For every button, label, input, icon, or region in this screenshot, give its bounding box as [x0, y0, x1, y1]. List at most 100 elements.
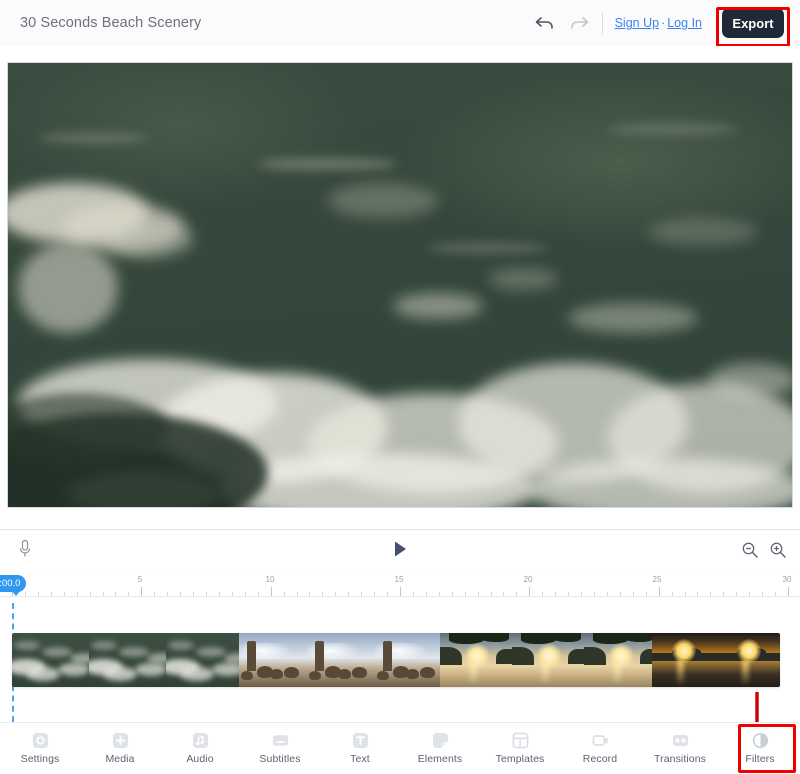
- timeline-zoom-out-button[interactable]: [741, 541, 759, 559]
- contrast-circle-icon: [752, 732, 769, 749]
- nav-item-label: Settings: [21, 753, 60, 765]
- ruler-tick-minor: [452, 592, 453, 596]
- timeline-track-area[interactable]: [0, 603, 800, 722]
- nav-item-label: Transitions: [654, 753, 706, 765]
- nav-item-media[interactable]: Media: [80, 723, 160, 774]
- microphone-icon: [18, 539, 32, 564]
- elements-icon: [432, 732, 449, 749]
- nav-item-record[interactable]: Record: [560, 723, 640, 774]
- timeline-ruler[interactable]: 51015202530: [0, 575, 800, 603]
- nav-item-audio[interactable]: Audio: [160, 723, 240, 774]
- undo-button[interactable]: [528, 6, 562, 40]
- timeline-zoom-in-button[interactable]: [769, 541, 787, 559]
- ruler-tick-minor: [348, 592, 349, 596]
- nav-item-elements[interactable]: Elements: [400, 723, 480, 774]
- ruler-tick-minor: [25, 592, 26, 596]
- nav-item-label: Record: [583, 753, 617, 765]
- play-button[interactable]: [389, 540, 411, 562]
- export-button[interactable]: Export: [722, 8, 784, 38]
- ruler-tick-minor: [697, 592, 698, 596]
- video-track-filmstrip[interactable]: [12, 633, 780, 687]
- nav-item-transitions[interactable]: Transitions: [640, 723, 720, 774]
- timeline-clip[interactable]: [652, 633, 780, 687]
- ruler-tick-minor: [607, 592, 608, 596]
- nav-item-templates[interactable]: Templates: [480, 723, 560, 774]
- ruler-tick-minor: [335, 592, 336, 596]
- nav-item-filters[interactable]: Filters: [720, 723, 800, 774]
- ruler-tick-major: [788, 587, 789, 596]
- filmstrip-thumb: [652, 633, 717, 687]
- templates-icon: [512, 732, 529, 749]
- transitions-icon: [672, 732, 689, 749]
- sign-up-link[interactable]: Sign Up: [615, 16, 659, 30]
- ruler-tick-minor: [154, 592, 155, 596]
- ruler-tick-major: [141, 587, 142, 596]
- filmstrip-thumb: [12, 633, 89, 687]
- filmstrip-thumb: [717, 633, 780, 687]
- music-note-icon: [192, 732, 209, 749]
- ruler-tick-minor: [51, 592, 52, 596]
- ruler-label: 25: [653, 575, 662, 584]
- export-area: Export: [718, 4, 788, 42]
- ocean-scene-graphic: [8, 63, 792, 507]
- nav-item-subtitles[interactable]: Subtitles: [240, 723, 320, 774]
- ruler-tick-minor: [322, 592, 323, 596]
- subtitles-icon: [272, 732, 289, 749]
- ruler-tick-minor: [503, 592, 504, 596]
- ruler-label: 10: [266, 575, 275, 584]
- ruler-tick-minor: [516, 592, 517, 596]
- video-preview[interactable]: [8, 63, 792, 507]
- ruler-tick-minor: [749, 592, 750, 596]
- timeline-toolbar: [0, 531, 800, 571]
- nav-item-label: Templates: [496, 753, 545, 765]
- ruler-tick-major: [659, 587, 660, 596]
- microphone-button[interactable]: [14, 539, 36, 563]
- timeline-clip[interactable]: [12, 633, 239, 687]
- redo-button[interactable]: [562, 6, 596, 40]
- timeline-clip[interactable]: [440, 633, 652, 687]
- ruler-tick-minor: [115, 592, 116, 596]
- ruler-tick-minor: [710, 592, 711, 596]
- ruler-tick-minor: [206, 592, 207, 596]
- nav-item-label: Audio: [186, 753, 213, 765]
- filmstrip-thumb: [166, 633, 239, 687]
- ruler-tick-minor: [555, 592, 556, 596]
- nav-item-settings[interactable]: Settings: [0, 723, 80, 774]
- filmstrip-thumb: [584, 633, 652, 687]
- ruler-tick-minor: [284, 592, 285, 596]
- ruler-label: 30: [783, 575, 792, 584]
- auth-separator: ·: [659, 16, 667, 30]
- nav-item-label: Filters: [745, 753, 774, 765]
- ruler-label: 20: [524, 575, 533, 584]
- auth-links: Sign Up·Log In: [615, 16, 702, 30]
- ruler-tick-minor: [374, 592, 375, 596]
- nav-item-label: Subtitles: [259, 753, 300, 765]
- filmstrip-thumb: [239, 633, 307, 687]
- ruler-tick-minor: [620, 592, 621, 596]
- log-in-link[interactable]: Log In: [667, 16, 702, 30]
- ruler-tick-minor: [465, 592, 466, 596]
- gear-icon: [32, 732, 49, 749]
- filmstrip-thumb: [512, 633, 584, 687]
- header-divider: [602, 12, 603, 34]
- nav-item-text[interactable]: Text: [320, 723, 400, 774]
- ruler-tick-minor: [361, 592, 362, 596]
- timeline-clip[interactable]: [239, 633, 440, 687]
- zoom-out-icon: [741, 546, 759, 563]
- nav-item-label: Elements: [418, 753, 463, 765]
- filmstrip-thumb: [375, 633, 440, 687]
- text-t-icon: [352, 732, 369, 749]
- ruler-tick-minor: [633, 592, 634, 596]
- ruler-tick-minor: [685, 592, 686, 596]
- ruler-tick-minor: [77, 592, 78, 596]
- ruler-tick-minor: [309, 592, 310, 596]
- ruler-tick-major: [400, 587, 401, 596]
- ruler-tick-minor: [167, 592, 168, 596]
- ruler-tick-minor: [38, 592, 39, 596]
- filmstrip-thumb: [440, 633, 512, 687]
- redo-arrow-icon: [568, 15, 590, 31]
- ruler-label: 5: [138, 575, 142, 584]
- filmstrip-thumb: [307, 633, 375, 687]
- ruler-tick-minor: [180, 592, 181, 596]
- ruler-tick-minor: [581, 592, 582, 596]
